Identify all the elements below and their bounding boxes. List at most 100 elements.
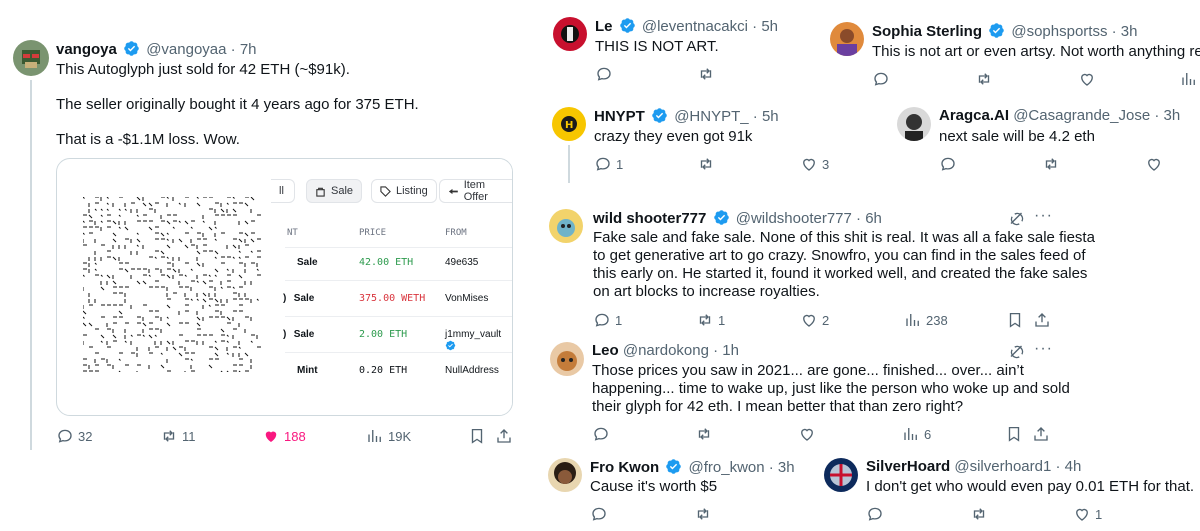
repost-button[interactable] xyxy=(695,425,713,443)
more-options-icon[interactable]: ··· xyxy=(1034,340,1053,358)
reply-button[interactable]: 1 xyxy=(593,311,622,329)
author-handle[interactable]: @wildshooter777 xyxy=(736,210,852,227)
share-button[interactable] xyxy=(1032,425,1050,443)
timestamp[interactable]: · 4h xyxy=(1055,458,1081,475)
embedded-image[interactable]: ll Sale Listing Item Offer NT PRICE FROM… xyxy=(56,158,513,416)
tweet-text-line: Fake sale and fake sale. None of this sh… xyxy=(593,229,1095,246)
author-name[interactable]: wild shooter777 xyxy=(593,210,706,227)
repost-button[interactable] xyxy=(697,65,715,83)
author-handle[interactable]: @HNYPT_ xyxy=(674,108,748,125)
bookmark-button[interactable] xyxy=(1005,425,1023,443)
verified-badge-icon xyxy=(445,340,456,351)
row-from[interactable]: j1mmy_vault xyxy=(445,329,512,352)
row-price: 2.00 ETH xyxy=(359,329,408,340)
author-handle[interactable]: @vangoyaa xyxy=(146,41,226,58)
avatar[interactable] xyxy=(897,107,931,141)
author-name[interactable]: Aragca.AI xyxy=(939,107,1009,124)
like-button[interactable]: 188 xyxy=(262,427,306,445)
grok-button[interactable] xyxy=(1008,343,1026,361)
repost-button[interactable]: 11 xyxy=(160,427,196,445)
reply-button[interactable] xyxy=(939,155,957,173)
row-from[interactable]: NullAddress xyxy=(445,365,499,376)
reply-icon xyxy=(939,155,957,173)
timestamp[interactable]: · 5h xyxy=(753,108,779,125)
avatar[interactable] xyxy=(549,209,583,243)
tab-item-offer[interactable]: Item Offer xyxy=(439,179,512,203)
avatar[interactable] xyxy=(824,458,858,492)
author-handle[interactable]: @silverhoard1 xyxy=(954,458,1051,475)
views-button[interactable]: 6 xyxy=(902,425,931,443)
tweet-text: THIS IS NOT ART. xyxy=(595,38,719,55)
avatar[interactable] xyxy=(830,22,864,56)
column-header-price: PRICE xyxy=(359,228,387,238)
timestamp[interactable]: · 3h xyxy=(769,459,795,476)
author-handle[interactable]: @leventnacakci xyxy=(642,18,748,35)
reply-button[interactable]: 1 xyxy=(594,155,623,173)
tab-all[interactable]: ll xyxy=(271,179,295,203)
author-handle[interactable]: @Casagrande_Jose xyxy=(1013,107,1150,124)
timestamp[interactable]: · 1h xyxy=(713,342,739,359)
repost-button[interactable] xyxy=(694,505,712,523)
reply-button[interactable] xyxy=(595,65,613,83)
reply-button[interactable] xyxy=(592,425,610,443)
author-name[interactable]: Le xyxy=(595,18,613,35)
repost-icon xyxy=(694,505,712,523)
tweet-text-line: on art blocks to increase royalties. xyxy=(593,283,820,300)
row-from[interactable]: VonMises xyxy=(445,293,488,304)
like-button[interactable] xyxy=(798,425,816,443)
avatar[interactable] xyxy=(550,342,584,376)
row-event: Mint xyxy=(297,365,318,376)
like-button[interactable] xyxy=(1078,70,1096,88)
author-handle[interactable]: @nardokong xyxy=(623,342,709,359)
tab-listing[interactable]: Listing xyxy=(371,179,437,203)
author-name[interactable]: Leo xyxy=(592,342,619,359)
like-button[interactable]: 1 xyxy=(1073,505,1102,523)
like-button[interactable]: 3 xyxy=(800,155,829,173)
author-handle[interactable]: @sophsportss xyxy=(1011,23,1107,40)
bookmark-button[interactable] xyxy=(468,427,486,445)
repost-button[interactable] xyxy=(975,70,993,88)
reply-button[interactable]: 32 xyxy=(56,427,92,445)
repost-button[interactable] xyxy=(970,505,988,523)
share-button[interactable] xyxy=(1033,311,1051,329)
timestamp[interactable]: · 3h xyxy=(1154,107,1180,124)
grok-button[interactable] xyxy=(1008,210,1026,228)
author-name[interactable]: Fro Kwon xyxy=(590,459,659,476)
avatar[interactable] xyxy=(548,458,582,492)
author-name[interactable]: SilverHoard xyxy=(866,458,950,475)
repost-button[interactable] xyxy=(697,155,715,173)
reply-button[interactable] xyxy=(590,505,608,523)
timestamp[interactable]: · 6h xyxy=(856,210,882,227)
views-button[interactable]: 238 xyxy=(904,311,948,329)
views-button[interactable] xyxy=(1180,70,1198,88)
repost-button[interactable] xyxy=(1042,155,1060,173)
avatar[interactable] xyxy=(553,17,587,51)
row-from[interactable]: 49e635 xyxy=(445,257,478,268)
like-button[interactable] xyxy=(1145,155,1163,173)
views-icon xyxy=(1180,70,1198,88)
timestamp[interactable]: · 5h xyxy=(752,18,778,35)
verified-badge-icon xyxy=(665,458,682,475)
like-button[interactable]: 2 xyxy=(800,311,829,329)
share-button[interactable] xyxy=(495,427,513,445)
author-name[interactable]: HNYPT xyxy=(594,108,645,125)
column-header-event: NT xyxy=(287,228,298,238)
author-name[interactable]: vangoya xyxy=(56,41,117,58)
tweet-text-line: The seller originally bought it 4 years … xyxy=(56,96,419,113)
author-name[interactable]: Sophia Sterling xyxy=(872,23,982,40)
views-button[interactable]: 19K xyxy=(366,427,411,445)
row-price: 375.00 WETH xyxy=(359,293,426,304)
repost-icon xyxy=(696,311,714,329)
timestamp[interactable]: · 7h xyxy=(231,41,257,58)
tab-sale[interactable]: Sale xyxy=(306,179,363,203)
avatar[interactable] xyxy=(13,40,49,76)
avatar[interactable]: H xyxy=(552,107,586,141)
reply-button[interactable] xyxy=(872,70,890,88)
share-icon xyxy=(1032,425,1050,443)
timestamp[interactable]: · 3h xyxy=(1112,23,1138,40)
bookmark-button[interactable] xyxy=(1006,311,1024,329)
reply-button[interactable] xyxy=(866,505,884,523)
author-handle[interactable]: @fro_kwon xyxy=(689,459,765,476)
more-options-icon[interactable]: ··· xyxy=(1034,207,1053,225)
repost-button[interactable]: 1 xyxy=(696,311,725,329)
